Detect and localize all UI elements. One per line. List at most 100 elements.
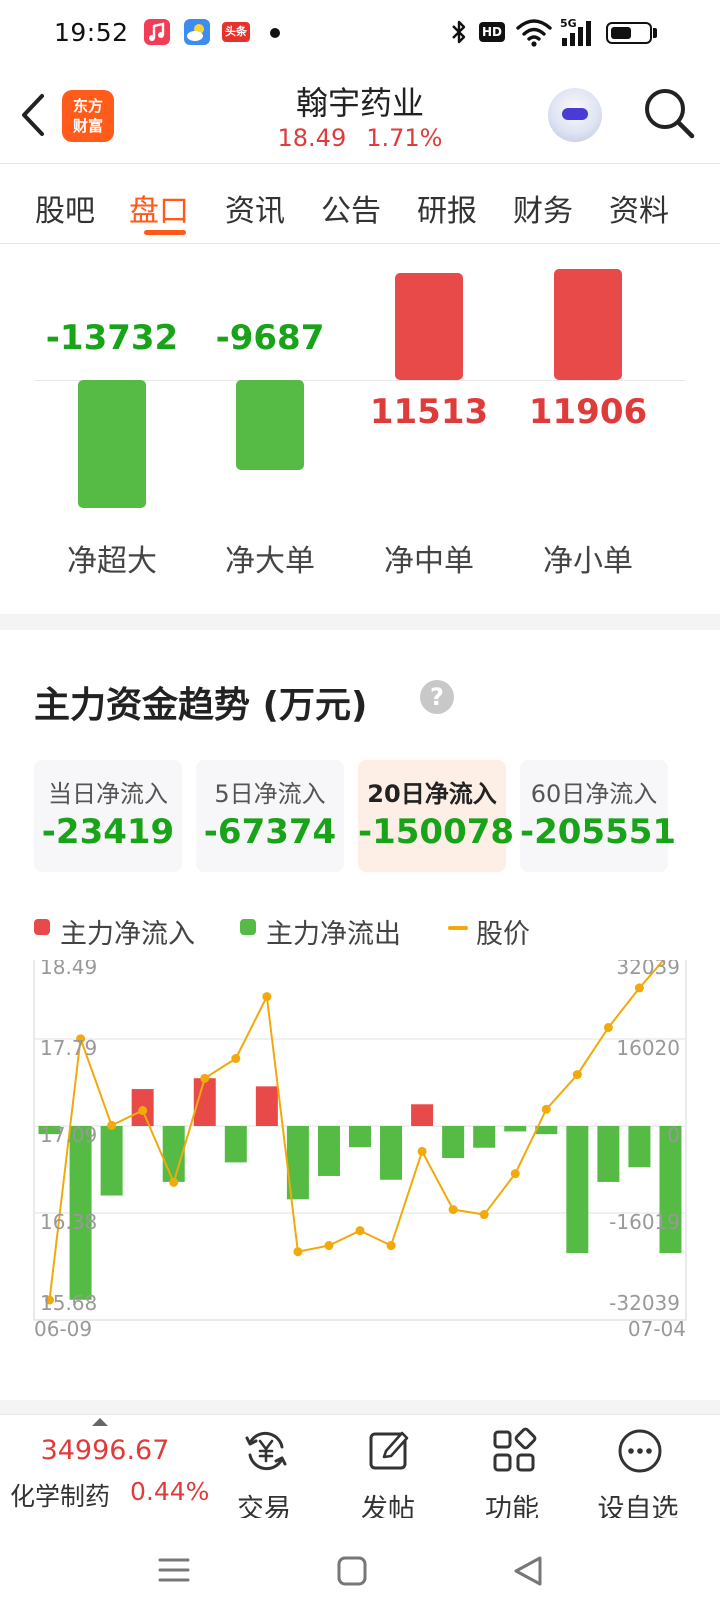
flow-bar-14 xyxy=(473,1126,496,1148)
price-point-6 xyxy=(231,1054,241,1064)
nav-add-watchlist-button[interactable]: 设自选 xyxy=(578,1423,698,1525)
legend-inflow-label: 主力净流入 xyxy=(60,919,195,950)
sector-index-pct[interactable]: 0.44% xyxy=(130,1477,209,1506)
nav-post-button[interactable]: 发帖 xyxy=(328,1423,448,1525)
bottom-toolbar: 34996.67 化学制药 0.44% 交易 发帖 功能 设自选 xyxy=(0,1414,720,1525)
right-axis-tick-3: -16019 xyxy=(609,1210,680,1234)
left-axis-tick-1: 17.79 xyxy=(40,1036,97,1060)
stock-change-pct: 1.71% xyxy=(366,124,443,152)
price-point-17 xyxy=(572,1070,582,1080)
card-value: -150078 xyxy=(358,812,515,852)
flow-bar-17 xyxy=(566,1126,589,1254)
price-point-4 xyxy=(169,1177,179,1187)
price-point-9 xyxy=(324,1241,334,1251)
card-today-net-inflow[interactable]: 当日净流入 -23419 xyxy=(34,760,182,872)
battery-tip xyxy=(653,28,657,38)
flow-bar-3 xyxy=(554,269,622,380)
right-axis-tick-2: 0 xyxy=(667,1123,680,1147)
more-dots-icon xyxy=(618,1429,662,1473)
tab-announcements[interactable]: 公告 xyxy=(306,186,396,230)
card-20day-net-inflow[interactable]: 20日净流入 -150078 xyxy=(358,760,515,872)
status-time: 19:52 xyxy=(54,18,129,47)
section-divider xyxy=(0,614,720,630)
tab-research[interactable]: 研报 xyxy=(402,186,492,230)
flow-bar-2 xyxy=(395,273,463,380)
flow-bar-6 xyxy=(224,1126,247,1163)
caret-up-icon[interactable] xyxy=(92,1418,108,1426)
capital-trend-chart[interactable]: 18.49 17.79 17.09 16.38 15.68 32039 16020 0 -160… xyxy=(0,960,720,1380)
bluetooth-icon xyxy=(452,20,466,44)
flow-bar-19 xyxy=(628,1126,651,1168)
left-axis-tick-4: 15.68 xyxy=(40,1291,97,1315)
card-label: 5日净流入 xyxy=(214,780,326,808)
card-label: 60日净流入 xyxy=(530,780,658,808)
price-point-13 xyxy=(448,1205,458,1215)
flow-value-0: -13732 xyxy=(45,318,179,358)
stock-tabs: 股吧 盘口 资讯 公告 研报 财务 资料 xyxy=(0,166,720,244)
price-point-14 xyxy=(479,1210,489,1220)
flow-bar-2 xyxy=(100,1126,123,1196)
menu-icon[interactable] xyxy=(158,1558,190,1582)
section-divider xyxy=(0,1400,720,1414)
flow-bar-7 xyxy=(255,1086,278,1126)
battery-icon xyxy=(606,22,652,44)
price-point-19 xyxy=(634,983,644,993)
weather-app-icon xyxy=(184,19,210,45)
card-value: -23419 xyxy=(41,812,175,852)
stock-header: 东方 财富 翰宇药业 18.49 1.71% xyxy=(0,66,720,164)
right-axis-tick-0: 32039 xyxy=(616,960,680,979)
wifi-icon xyxy=(516,19,552,47)
flow-bar-12 xyxy=(411,1104,434,1126)
card-5day-net-inflow[interactable]: 5日净流入 -67374 xyxy=(196,760,344,872)
flow-bar-1 xyxy=(236,380,304,470)
nav-trade-button[interactable]: 交易 xyxy=(204,1423,324,1525)
capital-flow-breakdown: -13732 净超大 -9687 净大单 11513 净中单 11906 净小单 xyxy=(0,246,720,614)
legend-price-label: 股价 xyxy=(476,919,530,950)
flow-bar-18 xyxy=(597,1126,620,1182)
cellular-signal-icon: 5G xyxy=(560,17,591,46)
ai-robot-avatar[interactable] xyxy=(548,88,602,142)
system-navigation-bar xyxy=(0,1518,720,1612)
price-point-18 xyxy=(603,1023,613,1033)
stock-name: 翰宇药业 xyxy=(295,84,424,122)
flow-bar-13 xyxy=(442,1126,465,1159)
flow-label-3: 净小单 xyxy=(543,544,633,579)
section-title: 主力资金趋势 (万元) xyxy=(34,685,368,726)
price-point-7 xyxy=(262,992,272,1002)
back-triangle-icon[interactable] xyxy=(514,1556,542,1586)
flow-bar-15 xyxy=(504,1126,527,1132)
sector-index-name[interactable]: 化学制药 xyxy=(10,1477,110,1513)
nav-functions-button[interactable]: 功能 xyxy=(452,1423,572,1525)
help-icon[interactable]: ? xyxy=(420,680,454,714)
flow-bar-10 xyxy=(349,1126,371,1148)
grid-apps-icon xyxy=(493,1427,537,1472)
tab-profile[interactable]: 资料 xyxy=(594,186,684,230)
battery-level xyxy=(611,27,631,39)
x-end-label: 07-04 xyxy=(628,1317,686,1341)
legend-inflow-swatch xyxy=(34,919,50,935)
flow-value-2: 11513 xyxy=(369,392,489,432)
search-icon[interactable] xyxy=(642,86,696,140)
flow-label-0: 净超大 xyxy=(67,544,157,579)
tab-guba[interactable]: 股吧 xyxy=(20,186,110,230)
music-app-icon xyxy=(144,19,170,45)
legend-outflow-label: 主力净流出 xyxy=(266,919,401,950)
home-icon[interactable] xyxy=(337,1556,367,1586)
price-point-2 xyxy=(107,1120,117,1130)
flow-bar-0 xyxy=(78,380,146,508)
flow-label-1: 净大单 xyxy=(225,544,315,579)
stock-price: 18.49 xyxy=(277,124,347,152)
tab-news[interactable]: 资讯 xyxy=(210,186,300,230)
sector-index-value[interactable]: 34996.67 xyxy=(0,1435,210,1466)
left-axis-tick-2: 17.09 xyxy=(40,1123,97,1147)
card-60day-net-inflow[interactable]: 60日净流入 -205551 xyxy=(520,760,677,872)
tab-finance[interactable]: 财务 xyxy=(498,186,588,230)
price-point-11 xyxy=(386,1241,396,1251)
price-point-3 xyxy=(138,1106,148,1116)
price-point-8 xyxy=(293,1247,303,1257)
right-axis-tick-1: 16020 xyxy=(616,1036,680,1060)
signal-label: 5G xyxy=(560,17,577,30)
robot-visor xyxy=(562,108,588,120)
card-value: -205551 xyxy=(520,812,677,852)
tab-pankou[interactable]: 盘口 xyxy=(114,186,204,230)
